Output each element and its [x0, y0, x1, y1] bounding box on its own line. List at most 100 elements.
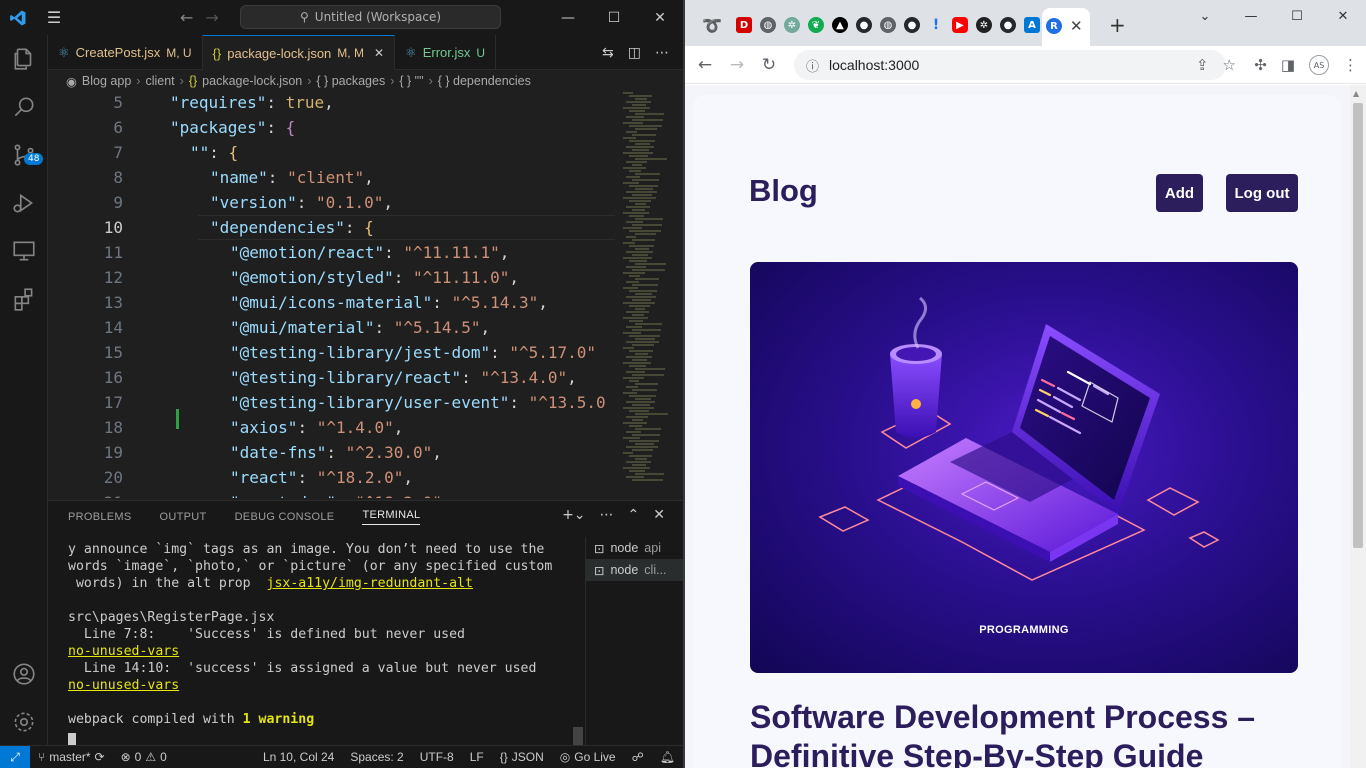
minimize-icon[interactable]: — [545, 0, 591, 35]
indentation[interactable]: Spaces: 2 [342, 750, 411, 764]
encoding[interactable]: UTF-8 [412, 750, 462, 764]
bookmark-star-icon[interactable]: ☆ [1223, 56, 1236, 74]
tab-debug-console[interactable]: DEBUG CONSOLE [235, 511, 335, 523]
chrome-menu-icon[interactable]: ⋮ [1343, 56, 1358, 74]
tab-youtube[interactable]: ▶ [949, 14, 971, 36]
split-editor-icon[interactable]: ◫ [628, 45, 641, 61]
compare-changes-icon[interactable]: ⇆ [602, 45, 614, 61]
bottom-panel: PROBLEMS OUTPUT DEBUG CONSOLE TERMINAL +… [48, 500, 683, 746]
remote-indicator-icon[interactable]: ⤢ [0, 745, 30, 768]
extensions-icon[interactable] [0, 275, 48, 323]
account-icon[interactable] [0, 650, 48, 698]
breadcrumb-item[interactable]: { } packages [316, 74, 385, 88]
post-hero-image[interactable]: PROGRAMMING [750, 262, 1298, 673]
terminal-item[interactable]: ⊡ node cli... [586, 559, 683, 581]
back-arrow-icon[interactable]: ← [180, 8, 193, 27]
tab-output[interactable]: OUTPUT [160, 511, 207, 523]
forward-icon[interactable]: → [721, 49, 753, 81]
maximize-icon[interactable]: ☐ [591, 0, 637, 35]
profile-avatar[interactable]: AS [1309, 55, 1329, 75]
add-button[interactable]: Add [1156, 174, 1203, 212]
menu-icon[interactable]: ☰ [36, 0, 72, 35]
minimap[interactable] [615, 92, 683, 498]
tab-error[interactable]: ⚛ Error.jsx U [395, 35, 497, 70]
tab-azure[interactable]: A [1021, 14, 1043, 36]
lint-rule-link[interactable]: jsx-a11y/img-redundant-alt [267, 576, 473, 591]
breadcrumb-item[interactable]: { } dependencies [438, 74, 531, 88]
reload-icon[interactable]: ↻ [753, 49, 785, 81]
tab-createpost[interactable]: ⚛ CreatePost.jsx M, U [48, 35, 203, 70]
tab-globe[interactable]: ◍ [757, 14, 779, 36]
branch-indicator[interactable]: ⑂ master* ⟳ [30, 750, 113, 764]
more-actions-icon[interactable]: ⋯ [600, 507, 614, 523]
site-info-icon[interactable]: ⓘ [806, 56, 819, 75]
breadcrumb-item[interactable]: { } "" [399, 74, 423, 88]
tab-github[interactable]: ● [853, 14, 875, 36]
breadcrumb-item[interactable]: client [145, 74, 174, 88]
new-terminal-icon[interactable]: +⌄ [562, 507, 585, 523]
notifications-icon[interactable]: 🔔︎ [652, 750, 683, 764]
tab-mongodb[interactable]: ❦ [805, 14, 827, 36]
run-debug-icon[interactable] [0, 179, 48, 227]
go-live-button[interactable]: ◎ Go Live [552, 750, 624, 764]
search-activity-icon[interactable] [0, 83, 48, 131]
new-tab-button[interactable]: + [1109, 13, 1126, 37]
tab-figure[interactable]: ǃ [925, 14, 947, 36]
tab-problems[interactable]: PROBLEMS [68, 511, 132, 523]
close-panel-icon[interactable]: ✕ [653, 507, 665, 523]
tab-vercel[interactable]: ▲ [829, 14, 851, 36]
lint-rule-link[interactable]: no-unused-vars [68, 644, 179, 659]
minimize-icon[interactable]: — [1228, 0, 1274, 32]
command-center[interactable]: ⚲ Untitled (Workspace) [240, 5, 501, 29]
tab-red[interactable]: D [733, 14, 755, 36]
tab-github-2[interactable]: ● [901, 14, 923, 36]
cursor-position[interactable]: Ln 10, Col 24 [255, 750, 342, 764]
settings-gear-icon[interactable] [0, 698, 48, 746]
feedback-icon[interactable]: ☍ [624, 750, 652, 764]
tab-terminal[interactable]: TERMINAL [362, 509, 421, 525]
tab-search-icon[interactable]: ⌄ [1182, 0, 1228, 32]
terminal-output[interactable]: y announce `img` tags as an image. You d… [68, 541, 568, 746]
maximize-icon[interactable]: ☐ [1274, 0, 1320, 32]
close-icon[interactable]: ✕ [637, 0, 683, 35]
terminal-scrollbar[interactable] [573, 537, 583, 745]
lint-rule-link[interactable]: no-unused-vars [68, 678, 179, 693]
problems-indicator[interactable]: ⊗ 0 ⚠ 0 [113, 750, 175, 764]
language-mode[interactable]: {} JSON [492, 750, 552, 764]
close-tab-icon[interactable]: ✕ [1070, 17, 1083, 35]
blog-logo[interactable]: Blog [749, 173, 818, 209]
tab-chatgpt[interactable]: ✲ [781, 14, 803, 36]
post-title[interactable]: Software Development Process – Definitiv… [750, 698, 1310, 768]
tab-package-lock[interactable]: {} package-lock.json M, M ✕ [202, 35, 396, 70]
source-control-badge: 48 [24, 153, 44, 165]
remote-explorer-icon[interactable] [0, 227, 48, 275]
tab-openai[interactable]: ✲ [973, 14, 995, 36]
forward-arrow-icon[interactable]: → [205, 8, 218, 27]
maximize-panel-icon[interactable]: ⌃ [628, 507, 640, 523]
minimap-line [632, 119, 663, 121]
breadcrumb-item[interactable]: Blog app [82, 74, 131, 88]
back-icon[interactable]: ← [689, 49, 721, 81]
minimap-line [629, 215, 644, 217]
tab-globe-2[interactable]: ◍ [877, 14, 899, 36]
tab-active-localhost[interactable]: R ✕ [1042, 8, 1090, 46]
terminal-item[interactable]: ⊡ node api [586, 537, 683, 559]
logout-button[interactable]: Log out [1226, 174, 1298, 212]
more-actions-icon[interactable]: ⋯ [655, 45, 669, 61]
scrollbar-thumb[interactable] [1353, 103, 1363, 548]
side-panel-icon[interactable]: ◨ [1281, 56, 1295, 74]
line-ending[interactable]: LF [462, 750, 492, 764]
scroll-up-icon[interactable]: ▲ [1353, 89, 1359, 98]
source-control-icon[interactable]: 48 [0, 131, 48, 179]
share-icon[interactable]: ⇪ [1196, 56, 1209, 74]
close-tab-icon[interactable]: ✕ [374, 46, 384, 60]
explorer-icon[interactable] [0, 35, 48, 83]
close-icon[interactable]: ✕ [1320, 0, 1366, 32]
address-bar[interactable]: ⓘ localhost:3000 [794, 50, 1226, 80]
code-editor[interactable]: 5 "requires": true, 6 "packages": {7 "": {8 "… [48, 92, 615, 498]
tab-github-3[interactable]: ● [997, 14, 1019, 36]
page-scrollbar[interactable]: ▲ [1350, 85, 1366, 768]
extensions-puzzle-icon[interactable]: ✣ [1254, 56, 1267, 74]
breadcrumb-item[interactable]: package-lock.json [202, 74, 302, 88]
tab-airtel[interactable]: ➰ [701, 14, 723, 36]
